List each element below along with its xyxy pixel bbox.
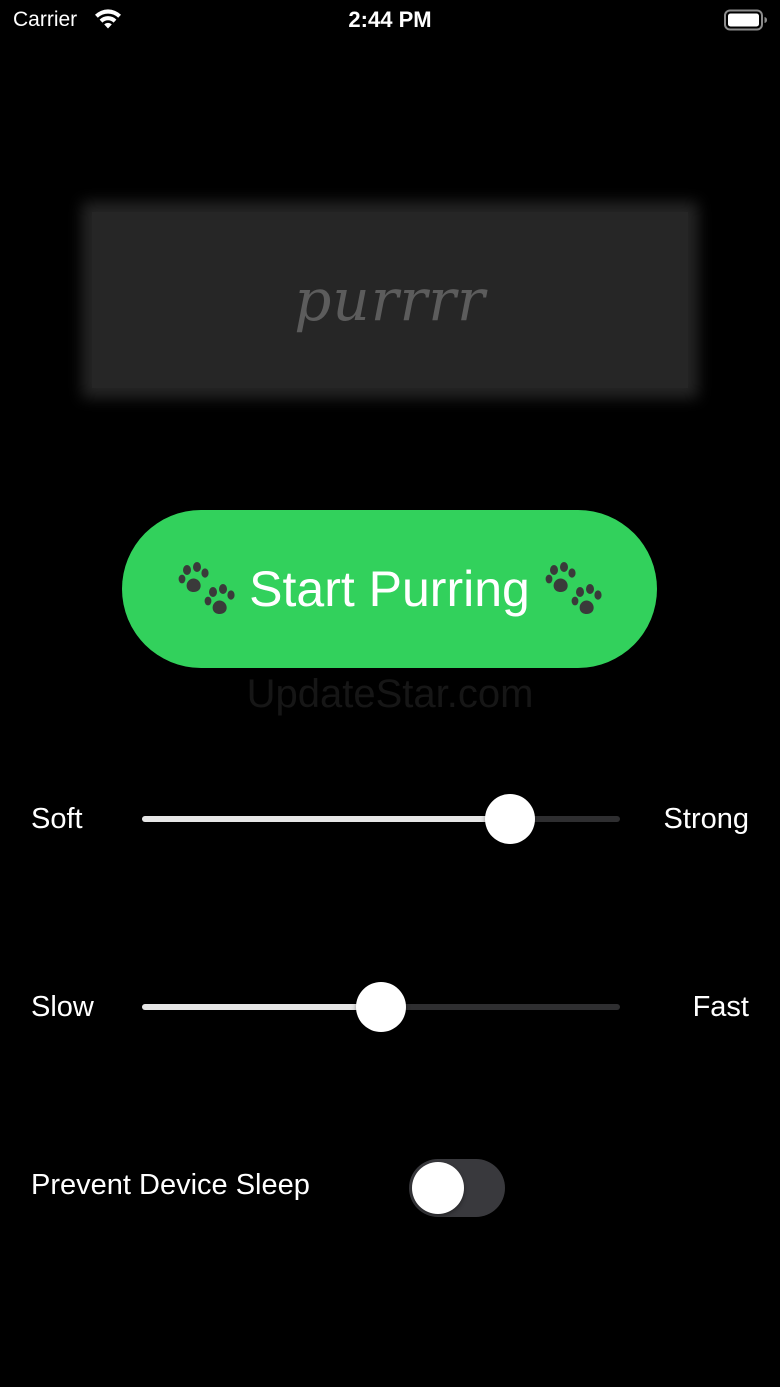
paw-prints-icon [545,562,602,615]
battery-full-icon [724,9,767,31]
slider-fill [142,1004,381,1010]
start-purring-button[interactable]: Start Purring [122,510,657,668]
slider-fill [142,816,511,822]
prevent-sleep-toggle[interactable] [409,1159,505,1217]
status-time: 2:44 PM [348,7,432,32]
status-bar: Carrier 2:44 PM [0,0,780,40]
speed-slider[interactable] [142,979,620,1035]
purr-display: purrrr [92,212,688,388]
speed-min-label: Slow [31,991,94,1023]
intensity-max-label: Strong [663,803,749,835]
toggle-knob [412,1162,464,1214]
intensity-slider[interactable] [142,791,620,847]
prevent-sleep-label: Prevent Device Sleep [31,1169,310,1201]
slider-thumb[interactable] [485,794,536,844]
paw-prints-icon [178,562,235,615]
start-purring-label: Start Purring [249,561,530,617]
watermark: UpdateStar.com [246,672,534,716]
slider-thumb[interactable] [356,982,406,1032]
purr-display-text: purrrr [294,266,486,334]
intensity-min-label: Soft [31,803,83,835]
speed-max-label: Fast [692,991,749,1023]
